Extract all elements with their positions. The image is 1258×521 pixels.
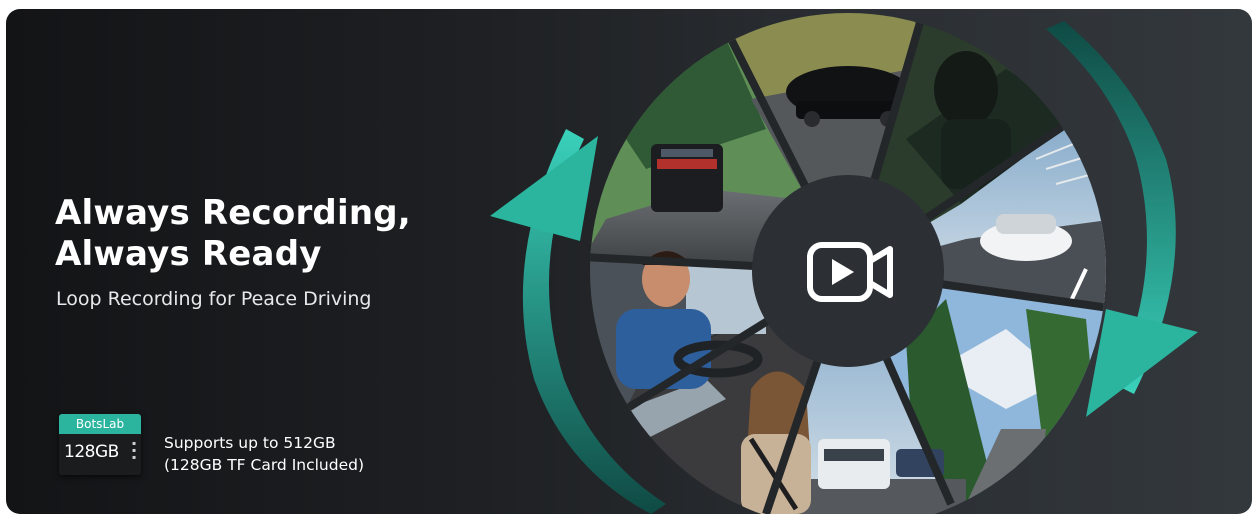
loop-recording-visual [490, 13, 1198, 514]
hero-banner: Always Recording, Always Ready Loop Reco… [6, 9, 1252, 514]
